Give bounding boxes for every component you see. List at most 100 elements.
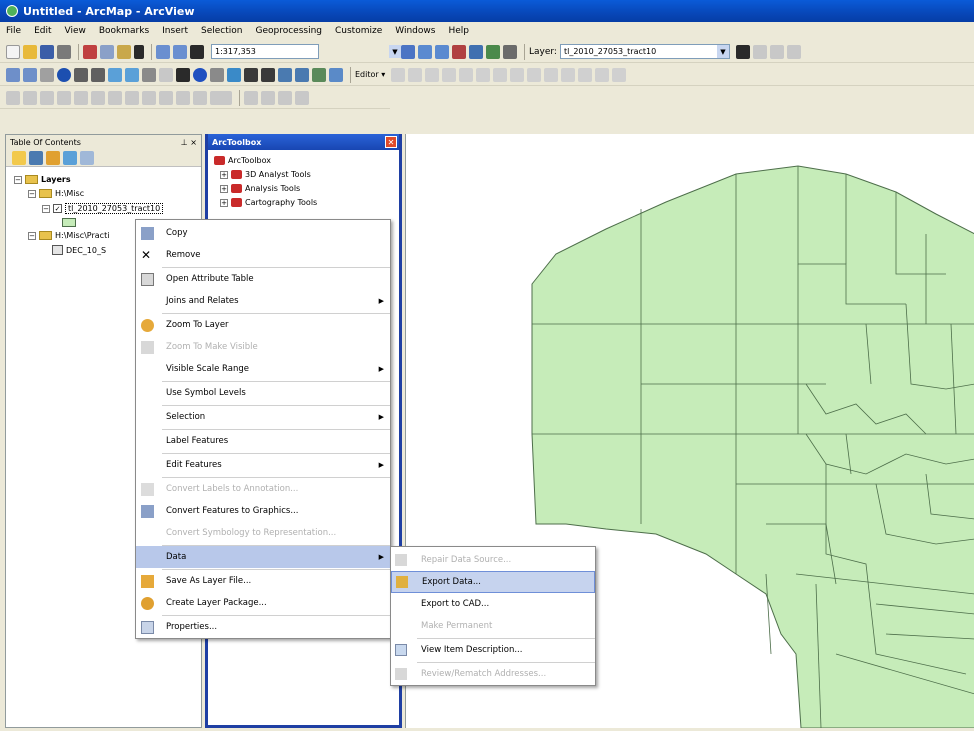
menu-bookmarks[interactable]: Bookmarks: [99, 26, 149, 36]
fixed-zoom-in-icon[interactable]: [74, 67, 88, 82]
menu-item-edit-features[interactable]: Edit Features ▶: [136, 454, 390, 476]
straight-segment-icon[interactable]: [425, 67, 440, 82]
chevron-down-icon[interactable]: ▼: [716, 45, 729, 58]
editor-menu[interactable]: Editor ▾: [355, 70, 385, 79]
undo-icon[interactable]: [156, 44, 170, 59]
layer-visibility-checkbox[interactable]: ✓: [53, 204, 62, 213]
layout-pan-icon[interactable]: [40, 90, 54, 105]
menu-item-save-as-layer[interactable]: Save As Layer File...: [136, 570, 390, 592]
menu-item-zoom-to-layer[interactable]: Zoom To Layer: [136, 314, 390, 336]
layer-symbol[interactable]: [62, 218, 76, 227]
layout-forward-icon[interactable]: [142, 90, 156, 105]
open-icon[interactable]: [23, 44, 37, 59]
expand-icon[interactable]: +: [220, 198, 228, 207]
map-scale-combo[interactable]: 1:317,353: [211, 44, 319, 59]
toolbox-item[interactable]: + 3D Analyst Tools: [220, 170, 311, 179]
expand-icon[interactable]: +: [220, 170, 228, 179]
list-by-drawing-order-icon[interactable]: [12, 150, 26, 165]
layer-name[interactable]: tl_2010_27053_tract10: [65, 203, 164, 214]
toc-pin-close[interactable]: ⊥ ×: [181, 138, 197, 147]
selection-tool-icon[interactable]: [735, 44, 750, 59]
catalog-window-icon[interactable]: [435, 44, 449, 59]
zoom-100-icon[interactable]: [74, 90, 88, 105]
menu-insert[interactable]: Insert: [162, 26, 188, 36]
menu-help[interactable]: Help: [448, 26, 469, 36]
copy-icon[interactable]: [100, 44, 114, 59]
clear-selection-icon[interactable]: [752, 44, 767, 59]
menu-selection[interactable]: Selection: [201, 26, 242, 36]
submenu-item-export-cad[interactable]: Export to CAD...: [391, 593, 595, 615]
collapse-icon[interactable]: −: [28, 189, 36, 198]
submenu-item-view-item-description[interactable]: View Item Description...: [391, 639, 595, 661]
html-popup-icon[interactable]: [227, 67, 241, 82]
reshape-icon[interactable]: [510, 67, 525, 82]
new-document-icon[interactable]: [6, 44, 20, 59]
menu-item-use-symbol-levels[interactable]: Use Symbol Levels: [136, 382, 390, 404]
layout-back-icon[interactable]: [125, 90, 139, 105]
toc-folder-misc[interactable]: − H:\Misc: [28, 189, 84, 198]
back-extent-icon[interactable]: [108, 67, 122, 82]
cut-icon[interactable]: [83, 44, 97, 59]
redo-icon[interactable]: [173, 44, 187, 59]
identify-icon[interactable]: [193, 67, 207, 82]
select-features-icon[interactable]: [142, 67, 156, 82]
clear-selected-icon[interactable]: [159, 67, 173, 82]
zoom-selected-icon[interactable]: [769, 44, 784, 59]
export-map-icon[interactable]: [278, 90, 292, 105]
menu-item-joins-relates[interactable]: Joins and Relates ▶: [136, 290, 390, 312]
data-driven-pages-icon[interactable]: [244, 90, 258, 105]
chevron-down-icon[interactable]: ▼: [389, 45, 401, 58]
full-extent-icon[interactable]: [57, 67, 71, 82]
expand-icon[interactable]: +: [220, 184, 228, 193]
submenu-item-export-data[interactable]: Export Data...: [391, 571, 595, 593]
menu-item-label-features[interactable]: Label Features: [136, 430, 390, 452]
trace-icon[interactable]: [459, 67, 474, 82]
toc-options-icon[interactable]: [80, 150, 94, 165]
toggle-draft-icon[interactable]: [159, 90, 173, 105]
menu-item-data[interactable]: Data ▶: [136, 546, 390, 568]
print-layout-icon[interactable]: [295, 90, 309, 105]
rotate-icon[interactable]: [561, 67, 576, 82]
editor-toolbar-icon[interactable]: [401, 44, 415, 59]
switch-selection-icon[interactable]: [786, 44, 801, 59]
toolbox-root[interactable]: ArcToolbox: [214, 156, 271, 165]
menu-item-create-package[interactable]: Create Layer Package...: [136, 592, 390, 614]
collapse-icon[interactable]: −: [28, 231, 36, 240]
zoom-out-icon[interactable]: [23, 67, 37, 82]
delete-icon[interactable]: [134, 44, 144, 59]
create-features-icon[interactable]: [612, 67, 627, 82]
layers-dataframe[interactable]: − Layers: [14, 175, 71, 184]
select-elements-icon[interactable]: [176, 67, 190, 82]
menu-customize[interactable]: Customize: [335, 26, 382, 36]
sketch-properties-icon[interactable]: [595, 67, 610, 82]
find-icon[interactable]: [261, 67, 275, 82]
point-icon[interactable]: [476, 67, 491, 82]
focus-frame-icon[interactable]: [176, 90, 190, 105]
menu-windows[interactable]: Windows: [395, 26, 435, 36]
collapse-icon[interactable]: −: [14, 175, 22, 184]
layout-fixed-in-icon[interactable]: [91, 90, 105, 105]
menu-item-open-attribute-table[interactable]: Open Attribute Table: [136, 268, 390, 290]
table-name[interactable]: DEC_10_S: [66, 246, 106, 255]
measure-icon[interactable]: [244, 67, 258, 82]
menu-item-properties[interactable]: Properties...: [136, 616, 390, 638]
menu-item-remove[interactable]: ✕ Remove: [136, 244, 390, 266]
paste-icon[interactable]: [117, 44, 131, 59]
list-by-visibility-icon[interactable]: [46, 150, 60, 165]
hyperlink-icon[interactable]: [210, 67, 224, 82]
layer-combo[interactable]: tl_2010_27053_tract10 ▼: [559, 44, 730, 59]
layout-zoom-out-icon[interactable]: [23, 90, 37, 105]
close-icon[interactable]: ✕: [385, 136, 397, 148]
edit-vertices-icon[interactable]: [493, 67, 508, 82]
menu-geoprocessing[interactable]: Geoprocessing: [255, 26, 322, 36]
split-icon[interactable]: [544, 67, 559, 82]
save-icon[interactable]: [40, 44, 54, 59]
toc-layer-tract[interactable]: − ✓ tl_2010_27053_tract10: [42, 203, 164, 214]
list-by-selection-icon[interactable]: [63, 150, 77, 165]
whats-this-icon[interactable]: [503, 44, 517, 59]
menu-file[interactable]: File: [6, 26, 21, 36]
add-data-icon[interactable]: [190, 44, 204, 59]
menu-item-copy[interactable]: Copy: [136, 222, 390, 244]
forward-extent-icon[interactable]: [125, 67, 139, 82]
pan-icon[interactable]: [40, 67, 54, 82]
